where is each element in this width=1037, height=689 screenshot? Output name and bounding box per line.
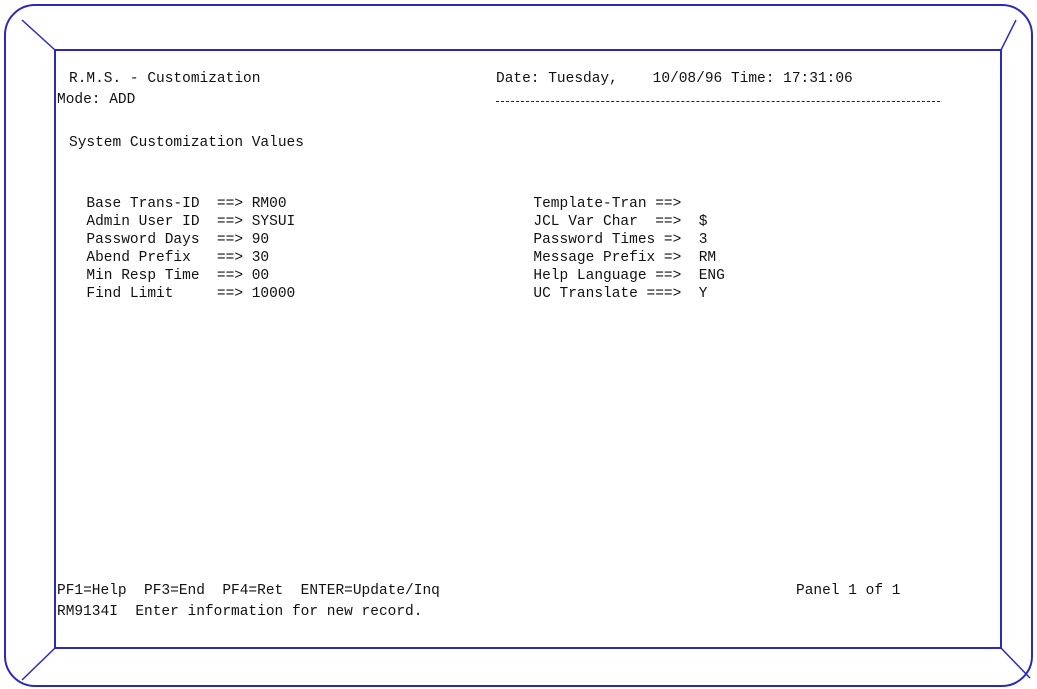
field-uc-translate[interactable]: UC Translate ===> Y — [516, 267, 707, 303]
field-find-limit[interactable]: Find Limit ==> 10000 — [69, 267, 295, 303]
panel-indicator: Panel 1 of 1 — [796, 583, 901, 599]
date-time: Date: Tuesday, 10/08/96 Time: 17:31:06 — [496, 71, 853, 87]
status-message: RM9134I Enter information for new record… — [57, 604, 423, 620]
field-label: Find Limit ==> — [86, 286, 252, 302]
field-value[interactable]: Y — [699, 285, 708, 303]
section-title: System Customization Values — [69, 135, 304, 151]
field-label: UC Translate ===> — [533, 286, 699, 302]
pf-key-legend: PF1=Help PF3=End PF4=Ret ENTER=Update/In… — [57, 583, 440, 599]
field-value[interactable]: 10000 — [252, 285, 296, 303]
app-title: R.M.S. - Customization — [69, 71, 261, 87]
mode-indicator: Mode: ADD — [57, 92, 136, 108]
header-divider — [496, 101, 940, 102]
